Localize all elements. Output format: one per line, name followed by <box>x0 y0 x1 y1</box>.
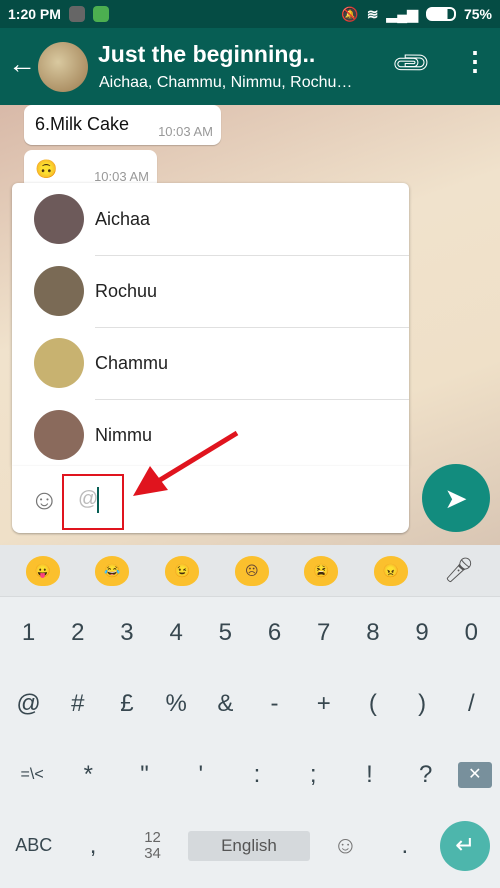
microphone-icon[interactable]: 🎤︎ <box>444 556 474 585</box>
keyboard: 😛 😂 😉 ☹ 😫 😠 🎤︎ 1234567890 @ # £% & - +() / =\<… <box>0 545 500 888</box>
key[interactable]: £ <box>103 690 151 718</box>
key[interactable]: 1 <box>5 619 53 647</box>
key[interactable]: 2 <box>54 619 102 647</box>
abc-key[interactable]: ABC <box>10 835 58 856</box>
key[interactable]: + <box>300 690 348 718</box>
symbol-row-2: =\< * " ':;!? ✕ <box>0 739 500 810</box>
key[interactable]: : <box>233 761 281 789</box>
comma-key[interactable]: , <box>69 832 117 860</box>
key[interactable]: " <box>121 761 169 789</box>
key[interactable]: & <box>201 690 249 718</box>
period-key[interactable]: . <box>381 832 429 860</box>
emoji-key[interactable]: 😉 <box>165 555 200 586</box>
key[interactable]: 4 <box>152 619 200 647</box>
key[interactable]: 8 <box>349 619 397 647</box>
key[interactable]: ; <box>289 761 337 789</box>
emoji-key[interactable]: 😂 <box>95 555 130 586</box>
key[interactable]: - <box>251 690 299 718</box>
key[interactable]: ) <box>398 690 446 718</box>
emoji-key[interactable]: 😛 <box>25 555 60 586</box>
key[interactable]: % <box>152 690 200 718</box>
number-row: 1234567890 <box>0 597 500 668</box>
emoji-key[interactable]: 😫 <box>304 555 339 586</box>
emoji-suggestions: 😛 😂 😉 ☹ 😫 😠 🎤︎ <box>0 545 500 597</box>
emoji-key[interactable]: ☹ <box>234 555 269 586</box>
key[interactable]: 5 <box>201 619 249 647</box>
key[interactable]: ! <box>345 761 393 789</box>
backspace-key[interactable]: ✕ <box>457 761 492 788</box>
key[interactable]: =\< <box>8 766 56 784</box>
key[interactable]: 9 <box>398 619 446 647</box>
key[interactable]: * <box>64 761 112 789</box>
key[interactable]: ' <box>177 761 225 789</box>
emoji-keyboard-icon[interactable]: ☺ <box>321 832 369 860</box>
space-key[interactable]: English <box>187 830 310 861</box>
key[interactable]: ( <box>349 690 397 718</box>
key[interactable]: @ <box>5 690 53 718</box>
numpad-key[interactable]: 12 34 <box>129 829 177 862</box>
key[interactable]: # <box>54 690 102 718</box>
bottom-row: ABC , 12 34 English ☺ . ↵ <box>0 810 500 881</box>
send-button[interactable]: ➤ <box>422 464 490 532</box>
key[interactable]: 3 <box>103 619 151 647</box>
emoji-key[interactable]: 😠 <box>374 555 409 586</box>
symbol-row: @ # £% & - +() / <box>0 668 500 739</box>
enter-key[interactable]: ↵ <box>440 820 491 871</box>
key[interactable]: 7 <box>300 619 348 647</box>
send-icon: ➤ <box>444 482 468 514</box>
key[interactable]: 0 <box>447 619 495 647</box>
key[interactable]: ? <box>402 761 450 789</box>
key[interactable]: / <box>447 690 495 718</box>
key[interactable]: 6 <box>251 619 299 647</box>
